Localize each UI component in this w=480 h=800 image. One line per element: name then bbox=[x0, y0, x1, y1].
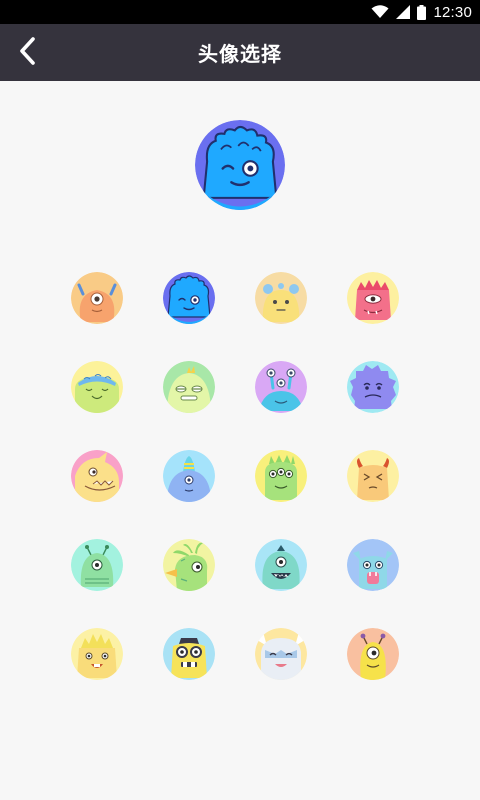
status-bar: 12:30 bbox=[0, 0, 480, 24]
avatar-pink-spiky-monster[interactable] bbox=[347, 272, 399, 324]
page-title: 头像选择 bbox=[198, 42, 282, 66]
wifi-icon bbox=[371, 5, 389, 19]
signal-icon bbox=[396, 5, 411, 19]
avatar-grid bbox=[71, 272, 399, 680]
avatar-blue-cone-monster[interactable] bbox=[163, 450, 215, 502]
avatar-white-mask-monster[interactable] bbox=[255, 628, 307, 680]
avatar-picker bbox=[0, 81, 480, 800]
avatar-yellow-horned-monster[interactable] bbox=[347, 450, 399, 502]
avatar-green-cap-monster[interactable] bbox=[71, 361, 123, 413]
avatar-yellow-spiky-hair-monster[interactable] bbox=[71, 628, 123, 680]
status-time: 12:30 bbox=[433, 3, 472, 21]
avatar-yellow-fin-monster[interactable] bbox=[71, 450, 123, 502]
back-button[interactable] bbox=[6, 32, 48, 74]
avatar-purple-antenna-monster[interactable] bbox=[255, 361, 307, 413]
avatar-blue-shaggy-monster[interactable] bbox=[163, 272, 215, 324]
avatar-purple-fuzzy-monster[interactable] bbox=[347, 361, 399, 413]
avatar-green-sleepy-monster[interactable] bbox=[163, 361, 215, 413]
chevron-left-icon bbox=[17, 36, 37, 70]
battery-icon bbox=[417, 4, 427, 20]
avatar-yellow-bear-monster[interactable] bbox=[255, 272, 307, 324]
avatar-green-parrot-monster[interactable] bbox=[163, 539, 215, 591]
selected-avatar bbox=[195, 120, 285, 210]
avatar-orange-cyclops-monster[interactable] bbox=[71, 272, 123, 324]
avatar-yellow-antenna-monster[interactable] bbox=[347, 628, 399, 680]
app-bar: 头像选择 bbox=[0, 24, 480, 81]
avatar-green-three-eyed-monster[interactable] bbox=[255, 450, 307, 502]
avatar-green-bug-monster[interactable] bbox=[71, 539, 123, 591]
avatar-blue-cat-monster[interactable] bbox=[347, 539, 399, 591]
avatar-teal-cyclops-monster[interactable] bbox=[255, 539, 307, 591]
avatar-yellow-goggles-monster[interactable] bbox=[163, 628, 215, 680]
